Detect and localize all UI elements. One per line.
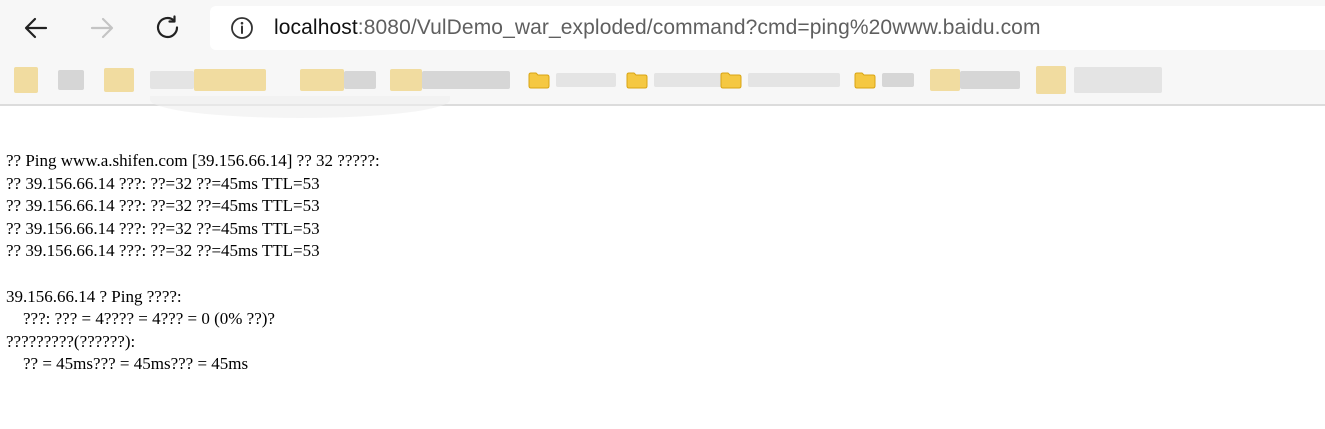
bookmark-item[interactable]: [930, 66, 1020, 94]
folder-icon: [854, 72, 876, 88]
bookmark-folder[interactable]: [720, 66, 840, 94]
info-circle-icon[interactable]: [228, 14, 256, 42]
blurred-favicon: [104, 68, 134, 92]
reload-icon: [156, 15, 179, 39]
forward-button[interactable]: [82, 8, 122, 48]
arrow-right-icon: [90, 17, 114, 39]
bookmark-folder[interactable]: [854, 66, 914, 94]
command-output: ?? Ping www.a.shifen.com [39.156.66.14] …: [6, 150, 380, 376]
output-line: ?? Ping www.a.shifen.com [39.156.66.14] …: [6, 151, 380, 170]
bookmark-item[interactable]: [300, 66, 376, 94]
browser-toolbar: localhost:8080/VulDemo_war_exploded/comm…: [0, 0, 1325, 56]
output-line: ?????????(??????):: [6, 331, 136, 351]
output-line: ?? 39.156.66.14 ???: ??=32 ??=45ms TTL=5…: [6, 196, 320, 216]
blurred-label: [58, 70, 84, 90]
back-button[interactable]: [16, 8, 56, 48]
output-line: ?? 39.156.66.14 ???: ??=32 ??=45ms TTL=5…: [6, 241, 320, 261]
blurred-favicon: [300, 69, 344, 91]
blurred-label: [422, 71, 510, 89]
blurred-label: [150, 71, 194, 89]
arrow-left-icon: [24, 17, 48, 39]
blurred-favicon: [14, 67, 38, 93]
bookmark-item[interactable]: [104, 66, 266, 94]
output-line: ?? = 45ms??? = 45ms??? = 45ms: [6, 354, 249, 374]
url-host: localhost: [274, 16, 358, 39]
blurred-label: [194, 69, 266, 91]
address-bar[interactable]: localhost:8080/VulDemo_war_exploded/comm…: [210, 6, 1325, 50]
blurred-label: [556, 73, 616, 87]
blurred-label: [654, 73, 726, 87]
url-text[interactable]: localhost:8080/VulDemo_war_exploded/comm…: [274, 16, 1041, 40]
blurred-label: [344, 71, 376, 89]
output-line: 39.156.66.14 ? Ping ????:: [6, 286, 182, 306]
folder-icon: [626, 72, 648, 88]
folder-icon: [720, 72, 742, 88]
bookmark-item[interactable]: [390, 66, 510, 94]
bookmark-folder[interactable]: [626, 66, 726, 94]
blurred-label: [882, 73, 914, 87]
output-line: ?? 39.156.66.14 ???: ??=32 ??=45ms TTL=5…: [6, 218, 320, 238]
blurred-favicon: [390, 69, 422, 91]
folder-icon: [528, 72, 550, 88]
bookmark-item[interactable]: [14, 66, 84, 94]
url-path: :8080/VulDemo_war_exploded/command?cmd=p…: [357, 16, 1041, 39]
blurred-label: [960, 71, 1020, 89]
output-line: ?? 39.156.66.14 ???: ??=32 ??=45ms TTL=5…: [6, 173, 320, 193]
blurred-label: [748, 73, 840, 87]
output-line: ???: ??? = 4???? = 4??? = 0 (0% ??)?: [6, 309, 275, 329]
blurred-favicon: [1036, 66, 1066, 94]
blurred-overlay: [150, 96, 450, 118]
reload-button[interactable]: [148, 8, 188, 48]
blurred-favicon: [930, 69, 960, 91]
bookmark-item[interactable]: [1036, 66, 1162, 94]
blurred-label: [1074, 67, 1162, 93]
bookmark-folder[interactable]: [528, 66, 616, 94]
